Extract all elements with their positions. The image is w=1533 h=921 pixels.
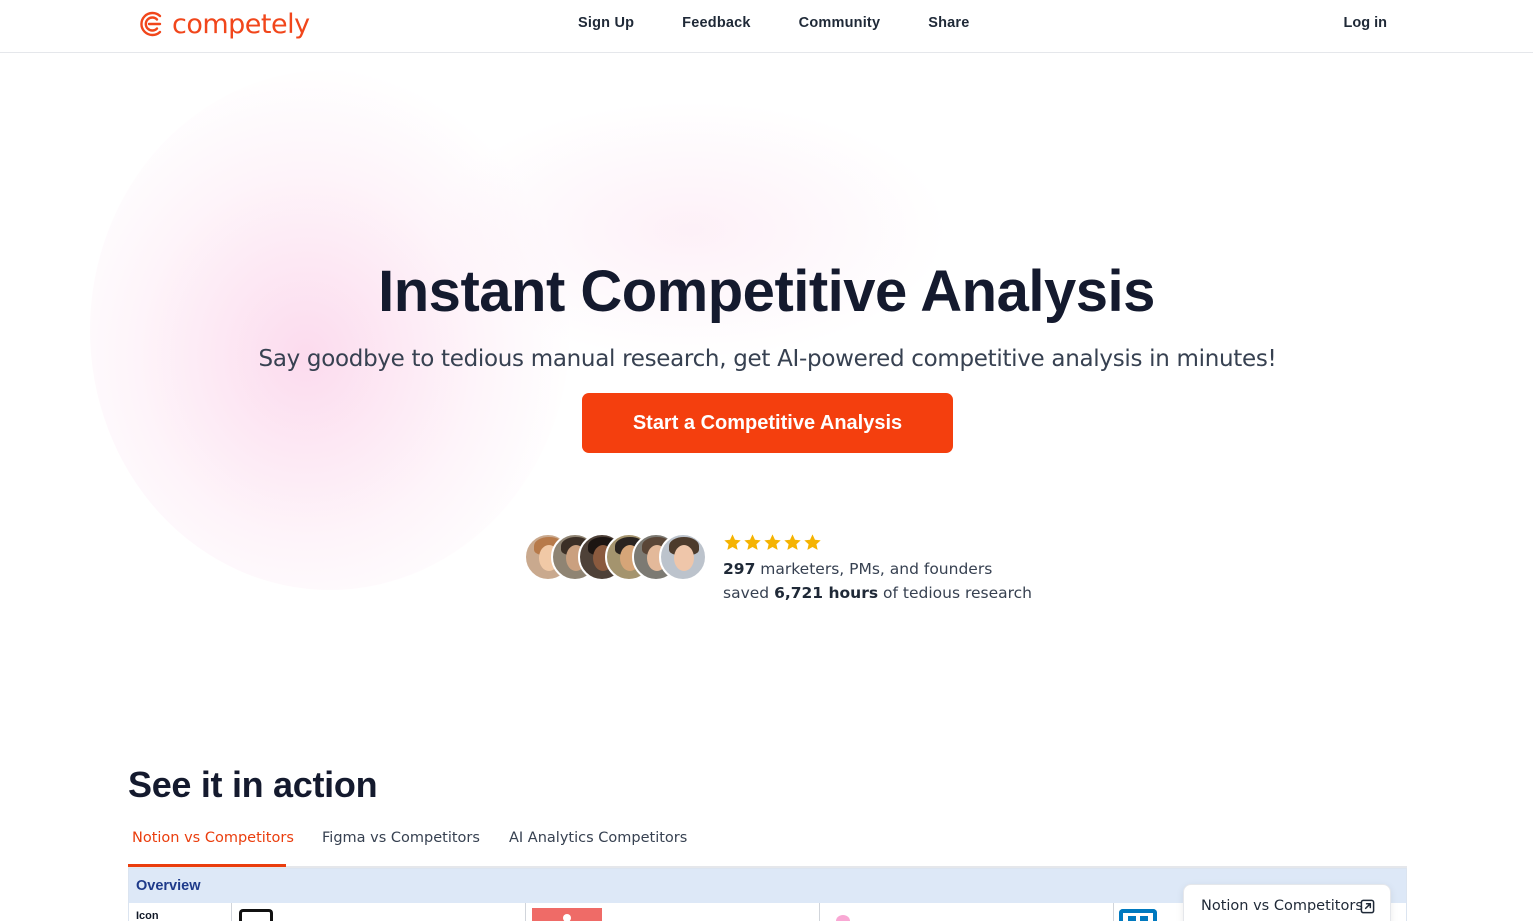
star-icon <box>764 534 781 550</box>
tab-ai-analytics-competitors[interactable]: AI Analytics Competitors <box>509 830 687 846</box>
login-link[interactable]: Log in <box>1344 15 1388 31</box>
avatar <box>659 533 707 581</box>
row-label-icon: Icon <box>136 910 159 921</box>
star-icon <box>744 534 761 550</box>
tab-notion-vs-competitors[interactable]: Notion vs Competitors <box>132 830 294 846</box>
main-nav: Sign Up Feedback Community Share <box>578 15 1018 31</box>
column-divider <box>819 903 820 921</box>
overview-label: Overview <box>136 878 201 894</box>
user-count: 297 <box>723 560 756 578</box>
top-navbar: competely Sign Up Feedback Community Sha… <box>0 0 1533 53</box>
column-divider <box>525 903 526 921</box>
five-star-rating <box>723 533 822 552</box>
nav-share[interactable]: Share <box>928 15 969 31</box>
demo-section-title: See it in action <box>128 764 378 805</box>
user-avatars <box>524 533 714 581</box>
competely-logo-icon <box>140 11 162 37</box>
user-count-text: 297 marketers, PMs, and founders <box>723 560 992 578</box>
hero-subtitle: Say goodbye to tedious manual research, … <box>258 346 1277 372</box>
trello-logo-icon <box>1119 909 1157 921</box>
column-divider <box>1113 903 1114 921</box>
user-count-description: marketers, PMs, and founders <box>755 560 993 578</box>
demo-tabs: Notion vs Competitors Figma vs Competito… <box>128 824 1407 868</box>
nav-feedback[interactable]: Feedback <box>682 15 751 31</box>
tab-figma-vs-competitors[interactable]: Figma vs Competitors <box>322 830 480 846</box>
active-tab-indicator <box>128 864 286 867</box>
start-analysis-button[interactable]: Start a Competitive Analysis <box>582 393 953 453</box>
nav-sign-up[interactable]: Sign Up <box>578 15 634 31</box>
logo-text: competely <box>172 8 310 40</box>
competitor-logo-icon <box>836 915 850 921</box>
open-comparison-card[interactable]: Notion vs Competitors <box>1183 884 1391 921</box>
hero-title: Instant Competitive Analysis <box>378 259 1155 324</box>
external-link-icon <box>1360 899 1375 914</box>
hours-saved-prefix: saved <box>723 584 775 602</box>
star-icon <box>804 534 821 550</box>
hours-saved-text: saved 6,721 hours of tedious research <box>723 584 1032 602</box>
column-divider <box>231 903 232 921</box>
competitor-logo-icon <box>532 908 602 921</box>
star-icon <box>724 534 741 550</box>
notion-logo-icon <box>239 909 273 921</box>
open-comparison-label: Notion vs Competitors <box>1201 898 1363 914</box>
hours-saved-value: 6,721 hours <box>774 584 879 602</box>
hours-saved-suffix: of tedious research <box>878 584 1032 602</box>
nav-community[interactable]: Community <box>799 15 881 31</box>
star-icon <box>784 534 801 550</box>
competely-logo[interactable]: competely <box>138 7 310 41</box>
